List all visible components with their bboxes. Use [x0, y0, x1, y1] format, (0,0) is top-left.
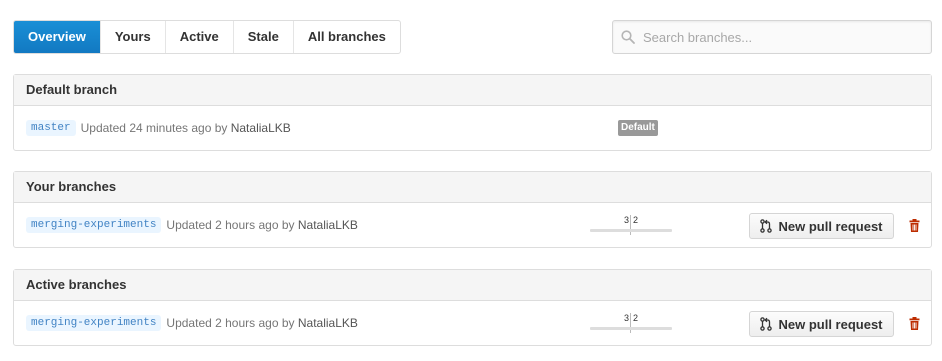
trash-icon[interactable]: [906, 217, 922, 233]
new-pull-request-button[interactable]: New pull request: [749, 213, 894, 239]
search-branches-input[interactable]: [643, 22, 923, 52]
ahead-count: 2: [633, 215, 639, 225]
branch-filter-tabs: Overview Yours Active Stale All branches: [13, 20, 401, 54]
trash-icon[interactable]: [906, 315, 922, 331]
new-pull-request-label: New pull request: [778, 218, 883, 234]
panel-title-active: Active branches: [14, 270, 931, 301]
tab-yours[interactable]: Yours: [101, 21, 166, 53]
behind-count: 3: [623, 215, 629, 225]
search-icon: [613, 20, 643, 54]
ahead-behind-divider: [630, 215, 631, 235]
panel-title-default: Default branch: [14, 75, 931, 106]
tab-all-branches[interactable]: All branches: [294, 21, 400, 53]
ahead-behind-bar: [590, 327, 672, 330]
new-pull-request-button[interactable]: New pull request: [749, 311, 894, 337]
branch-row: master Updated 24 minutes ago by Natalia…: [14, 106, 931, 150]
git-pull-request-icon: [760, 317, 773, 331]
your-branches-panel: Your branches merging-experiments Update…: [13, 171, 932, 248]
branch-row: merging-experiments Updated 2 hours ago …: [14, 203, 931, 247]
active-branches-panel: Active branches merging-experiments Upda…: [13, 269, 932, 346]
git-pull-request-icon: [760, 219, 773, 233]
branches-toolbar: Overview Yours Active Stale All branches: [13, 20, 932, 54]
branch-name-link[interactable]: master: [26, 120, 76, 136]
ahead-behind-divider: [630, 313, 631, 333]
branch-row: merging-experiments Updated 2 hours ago …: [14, 301, 931, 345]
behind-count: 3: [623, 313, 629, 323]
ahead-behind-bar: [590, 229, 672, 232]
branch-name-link[interactable]: merging-experiments: [26, 315, 162, 331]
author-link[interactable]: NataliaLKB: [298, 218, 358, 232]
default-badge: Default: [618, 120, 658, 136]
ahead-behind-indicator: 3 2: [590, 313, 672, 335]
author-link[interactable]: NataliaLKB: [231, 121, 291, 135]
new-pull-request-label: New pull request: [778, 316, 883, 332]
tab-active[interactable]: Active: [166, 21, 234, 53]
search-box: [612, 20, 932, 54]
ahead-count: 2: [633, 313, 639, 323]
branch-name-link[interactable]: merging-experiments: [26, 217, 162, 233]
tab-stale[interactable]: Stale: [234, 21, 294, 53]
panel-title-yours: Your branches: [14, 172, 931, 203]
updated-text: Updated 2 hours ago by: [166, 218, 295, 232]
updated-text: Updated 24 minutes ago by: [80, 121, 228, 135]
author-link[interactable]: NataliaLKB: [298, 316, 358, 330]
ahead-behind-indicator: 3 2: [590, 215, 672, 237]
tab-overview[interactable]: Overview: [14, 21, 101, 53]
default-branch-panel: Default branch master Updated 24 minutes…: [13, 74, 932, 151]
updated-text: Updated 2 hours ago by: [166, 316, 295, 330]
